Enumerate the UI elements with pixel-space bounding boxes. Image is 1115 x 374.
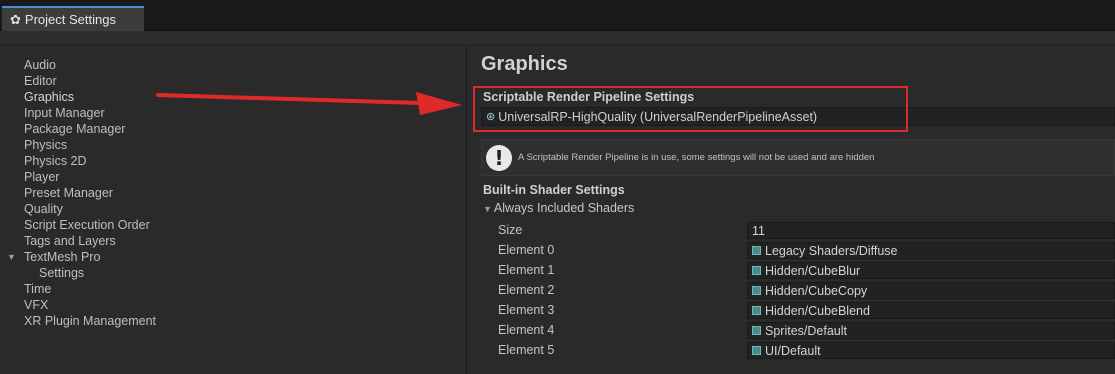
always-included-label: Always Included Shaders — [493, 201, 635, 215]
shader-list: Size 11 Element 0 Legacy Shaders/Diffuse… — [467, 221, 1115, 361]
list-item: Element 4 Sprites/Default — [467, 321, 1115, 341]
shader-icon — [752, 306, 761, 315]
shader-value: UI/Default — [765, 343, 821, 358]
size-label: Size — [498, 223, 523, 237]
shader-icon — [752, 246, 761, 255]
shader-object-field[interactable]: Hidden/CubeBlend — [747, 302, 1115, 319]
shader-value: Hidden/CubeBlur — [765, 263, 861, 278]
shader-value: Hidden/CubeBlend — [765, 303, 870, 318]
element-label: Element 5 — [498, 343, 555, 357]
warning-icon: ! — [486, 144, 512, 171]
annotation-arrow-head — [416, 92, 462, 115]
size-value: 11 — [752, 223, 765, 238]
element-label: Element 3 — [498, 303, 555, 317]
shader-value: Hidden/CubeCopy — [765, 283, 868, 298]
shader-object-field[interactable]: Hidden/CubeCopy — [747, 282, 1115, 299]
builtin-shader-settings-header: Built-in Shader Settings — [483, 183, 625, 197]
foldout-triangle-icon[interactable]: ▼ — [483, 204, 492, 214]
shader-icon — [752, 266, 761, 275]
element-label: Element 1 — [498, 263, 555, 277]
list-item: Element 0 Legacy Shaders/Diffuse — [467, 241, 1115, 261]
shader-object-field[interactable]: Legacy Shaders/Diffuse — [747, 242, 1115, 259]
element-label: Element 4 — [498, 323, 555, 337]
list-item: Element 3 Hidden/CubeBlend — [467, 301, 1115, 321]
render-pipeline-asset-field[interactable]: ⊛ UniversalRP-HighQuality (UniversalRend… — [481, 107, 1115, 126]
srp-settings-header: Scriptable Render Pipeline Settings — [483, 90, 695, 104]
shader-object-field[interactable]: Hidden/CubeBlur — [747, 262, 1115, 279]
render-pipeline-asset-value: UniversalRP-HighQuality (UniversalRender… — [498, 109, 818, 124]
element-label: Element 2 — [498, 283, 555, 297]
graphics-settings-panel: Graphics Scriptable Render Pipeline Sett… — [467, 45, 1115, 374]
help-message: A Scriptable Render Pipeline is in use, … — [518, 152, 875, 163]
shader-object-field[interactable]: UI/Default — [747, 342, 1115, 359]
shader-icon — [752, 326, 761, 335]
shader-value: Sprites/Default — [765, 323, 847, 338]
size-input[interactable]: 11 — [747, 222, 1115, 239]
list-item: Element 1 Hidden/CubeBlur — [467, 261, 1115, 281]
shader-icon — [752, 286, 761, 295]
list-item: Element 2 Hidden/CubeCopy — [467, 281, 1115, 301]
always-included-shaders-foldout[interactable]: ▼ Always Included Shaders — [483, 201, 634, 215]
element-label: Element 0 — [498, 243, 555, 257]
shader-object-field[interactable]: Sprites/Default — [747, 322, 1115, 339]
list-size-row: Size 11 — [467, 221, 1115, 241]
help-box: ! A Scriptable Render Pipeline is in use… — [481, 139, 1115, 176]
shader-icon — [752, 346, 761, 355]
shader-value: Legacy Shaders/Diffuse — [765, 243, 898, 258]
annotation-arrow-shaft — [156, 93, 422, 105]
render-pipeline-asset-icon: ⊛ — [486, 111, 496, 123]
list-item: Element 5 UI/Default — [467, 341, 1115, 361]
page-title: Graphics — [481, 53, 568, 75]
